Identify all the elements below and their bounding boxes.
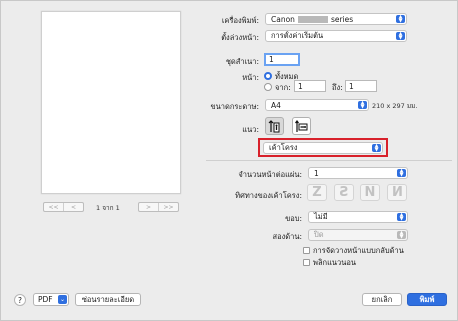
printer-name-prefix: Canon: [271, 14, 295, 24]
direction-n-glyph: N: [364, 185, 376, 200]
border-value: ไม่มี: [314, 212, 328, 221]
chevron-updown-icon: ▲ ▼: [396, 32, 405, 41]
direction-n-mirror-button[interactable]: N: [387, 184, 407, 201]
page-counter: 1 จาก 1: [96, 204, 120, 212]
pages-range-radio[interactable]: [264, 83, 272, 91]
first-page-button[interactable]: <<: [44, 203, 63, 211]
landscape-icon: [295, 119, 308, 132]
copies-label: ชุดสำเนา:: [225, 57, 259, 66]
reverse-orientation-label: การจัดวางหน้าแบบกลับด้าน: [313, 246, 404, 255]
pdf-label: PDF: [38, 295, 53, 304]
next-page-button[interactable]: >: [139, 203, 158, 211]
preview-nav-forward: > >>: [138, 202, 179, 212]
paper-size-label: ขนาดกระดาษ:: [210, 102, 260, 111]
pages-all-radio[interactable]: [264, 72, 272, 80]
direction-s-button[interactable]: S: [334, 184, 354, 201]
redacted-model: [297, 15, 328, 23]
print-dialog: << < 1 จาก 1 > >> เครื่องพิมพ์: Canon se…: [0, 0, 458, 321]
two-sided-select[interactable]: ปิด ▲ ▼: [308, 229, 408, 241]
direction-n-button[interactable]: N: [360, 184, 380, 201]
cancel-button[interactable]: ยกเลิก: [362, 293, 402, 306]
pages-per-sheet-select[interactable]: 1 ▲ ▼: [308, 167, 408, 179]
printer-label: เครื่องพิมพ์:: [221, 16, 259, 25]
section-menu-select[interactable]: เค้าโครง ▲ ▼: [263, 142, 383, 154]
direction-s-glyph: S: [339, 185, 349, 200]
pages-label: หน้า:: [242, 73, 259, 82]
orientation-landscape-button[interactable]: [292, 117, 311, 135]
printer-select[interactable]: Canon series ▲ ▼: [265, 13, 407, 25]
pages-per-sheet-label: จำนวนหน้าต่อแผ่น:: [238, 170, 302, 179]
paper-dimensions: 210 x 297 มม.: [372, 102, 418, 110]
flip-horizontal-label: พลิกแนวนอน: [313, 258, 357, 267]
paper-size-select[interactable]: A4 ▲ ▼: [265, 99, 369, 111]
prev-page-button[interactable]: <: [63, 203, 83, 211]
printer-name-suffix: series: [330, 14, 354, 24]
pages-to-label: ถึง:: [332, 83, 343, 92]
section-menu-value: เค้าโครง: [269, 143, 298, 152]
chevron-updown-icon: ▲ ▼: [397, 169, 406, 178]
two-sided-label: สองด้าน:: [272, 232, 302, 241]
presets-value: การตั้งค่าเริ่มต้น: [271, 31, 324, 40]
preview-nav-back: << <: [43, 202, 84, 212]
orientation-label: แนว:: [242, 125, 259, 134]
pages-per-sheet-value: 1: [314, 168, 319, 178]
chevron-updown-icon: ▲ ▼: [396, 15, 405, 24]
pages-from-label: จาก:: [275, 83, 291, 92]
border-select[interactable]: ไม่มี ▲ ▼: [308, 211, 408, 223]
chevron-down-icon: ⌄: [58, 295, 67, 304]
help-icon: ?: [18, 295, 22, 305]
chevron-updown-icon: ▲ ▼: [397, 213, 406, 222]
layout-direction-label: ทิศทางของเค้าโครง:: [235, 191, 302, 200]
help-button[interactable]: ?: [14, 294, 26, 306]
reverse-orientation-checkbox[interactable]: [303, 247, 310, 254]
direction-z-button[interactable]: Z: [307, 184, 327, 201]
presets-select[interactable]: การตั้งค่าเริ่มต้น ▲ ▼: [265, 30, 407, 42]
hide-details-button[interactable]: ซ่อนรายละเอียด: [75, 293, 141, 306]
flip-horizontal-checkbox[interactable]: [303, 259, 310, 266]
copies-input[interactable]: 1: [264, 53, 300, 66]
border-label: ขอบ:: [285, 214, 302, 223]
pages-from-input[interactable]: 1: [294, 80, 326, 92]
chevron-updown-icon: ▲ ▼: [358, 101, 367, 110]
print-button[interactable]: พิมพ์: [407, 293, 447, 306]
chevron-updown-icon: ▲ ▼: [372, 144, 381, 153]
two-sided-value: ปิด: [314, 230, 324, 239]
direction-z-glyph: Z: [312, 185, 322, 200]
last-page-button[interactable]: >>: [158, 203, 178, 211]
direction-n-mirror-glyph: N: [391, 185, 403, 200]
orientation-portrait-button[interactable]: [265, 117, 284, 135]
portrait-icon: [268, 119, 280, 132]
paper-size-value: A4: [271, 100, 281, 110]
page-preview: [41, 11, 181, 194]
pages-to-input[interactable]: 1: [345, 80, 377, 92]
pdf-menu-button[interactable]: PDF ⌄: [33, 293, 69, 306]
presets-label: ตั้งล่วงหน้า:: [221, 33, 259, 42]
section-divider: [206, 160, 452, 161]
chevron-updown-icon: ▲ ▼: [397, 231, 406, 240]
